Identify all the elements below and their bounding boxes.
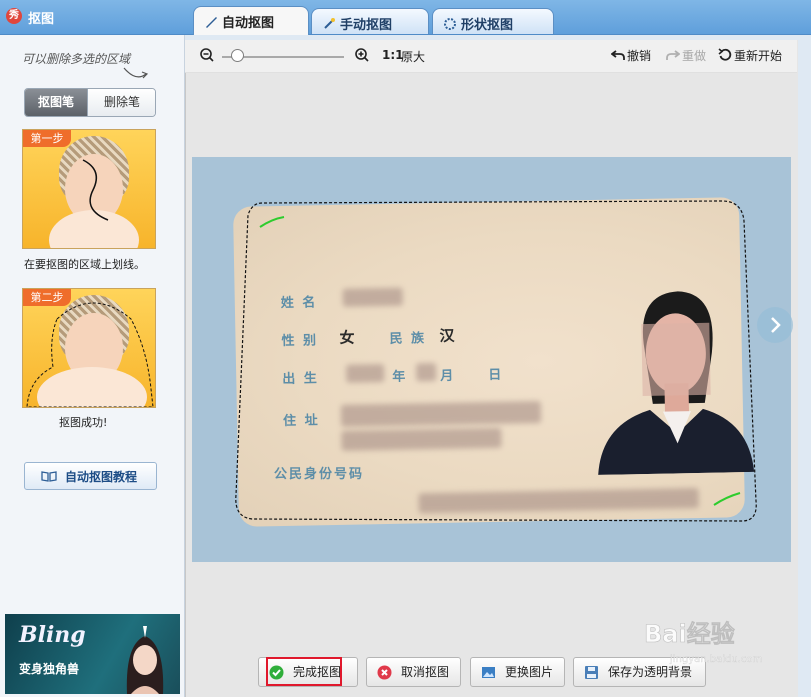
finish-cutout-label: 完成抠图 bbox=[293, 665, 342, 679]
replace-image-label: 更换图片 bbox=[505, 665, 554, 679]
tab-shape-cutout[interactable]: 形状抠图 bbox=[432, 8, 554, 34]
step2-selection-outline bbox=[26, 302, 154, 407]
redo-icon bbox=[666, 50, 681, 60]
pen-mode-toggle: 抠图笔 删除笔 bbox=[24, 88, 156, 117]
step1-caption: 在要抠图的区域上划线。 bbox=[24, 258, 145, 271]
next-image-button[interactable] bbox=[757, 307, 793, 343]
restart-button[interactable]: 重新开始 bbox=[718, 47, 782, 65]
finish-cutout-button[interactable]: 完成抠图 bbox=[258, 657, 358, 687]
magic-wand-icon bbox=[324, 18, 335, 29]
tab-label: 形状抠图 bbox=[461, 18, 514, 33]
restart-label: 重新开始 bbox=[734, 49, 783, 63]
undo-icon bbox=[610, 50, 625, 60]
ad-subtitle: 变身独角兽 bbox=[19, 662, 80, 676]
image-icon bbox=[482, 667, 495, 678]
cutout-pen-button[interactable]: 抠图笔 bbox=[25, 89, 87, 116]
erase-hint-text: 可以删除多选的区域 bbox=[22, 52, 131, 66]
cancel-cutout-label: 取消抠图 bbox=[401, 665, 450, 679]
ad-title: Bling bbox=[19, 622, 86, 648]
save-disk-icon bbox=[585, 666, 598, 679]
curved-arrow-icon bbox=[123, 67, 149, 79]
redo-label: 重做 bbox=[682, 49, 707, 63]
step2-badge: 第二步 bbox=[23, 289, 71, 306]
tab-auto-cutout[interactable]: 自动抠图 bbox=[193, 6, 309, 35]
original-size-button[interactable]: 原大 bbox=[401, 48, 425, 65]
zoom-in-icon[interactable] bbox=[354, 47, 370, 63]
chevron-right-icon bbox=[771, 317, 781, 333]
ad-portrait-image bbox=[126, 626, 164, 694]
watermark-text: Bai经验 bbox=[644, 620, 735, 648]
check-circle-icon bbox=[269, 665, 284, 680]
redo-button[interactable]: 重做 bbox=[666, 47, 706, 65]
step2-example-image: 第二步 bbox=[22, 288, 156, 408]
undo-label: 撤销 bbox=[627, 49, 652, 63]
tab-manual-cutout[interactable]: 手动抠图 bbox=[311, 8, 429, 34]
cancel-circle-icon bbox=[377, 665, 392, 680]
zoom-slider-thumb[interactable] bbox=[230, 49, 244, 62]
erase-pen-button[interactable]: 删除笔 bbox=[87, 89, 155, 116]
undo-button[interactable]: 撤销 bbox=[610, 47, 652, 65]
gear-shape-icon bbox=[444, 18, 456, 30]
tab-label: 手动抠图 bbox=[340, 18, 393, 33]
baidu-watermark: Bai经验 jingyan.baidu.com bbox=[644, 620, 763, 665]
brush-icon bbox=[206, 17, 217, 28]
app-logo-icon: 秀 bbox=[6, 8, 22, 24]
cutout-selection-outline bbox=[235, 200, 757, 522]
zoom-out-icon[interactable] bbox=[199, 47, 215, 63]
step2-caption: 抠图成功! bbox=[59, 416, 108, 429]
step1-badge: 第一步 bbox=[23, 130, 71, 147]
tab-label: 自动抠图 bbox=[222, 16, 275, 31]
replace-image-button[interactable]: 更换图片 bbox=[470, 657, 565, 687]
ad-banner[interactable]: Bling 变身独角兽 bbox=[5, 614, 180, 694]
window-title: 抠图 bbox=[28, 12, 55, 27]
cancel-cutout-button[interactable]: 取消抠图 bbox=[366, 657, 461, 687]
step1-stroke bbox=[82, 159, 109, 221]
tutorial-button-label: 自动抠图教程 bbox=[65, 470, 138, 484]
watermark-subtext: jingyan.baidu.com bbox=[669, 654, 762, 665]
step1-example-image: 第一步 bbox=[22, 129, 156, 249]
canvas-photo[interactable]: 姓 名 性 别 女 民 族 汉 出 生 年 月 日 住 址 公民身份号码 bbox=[192, 157, 791, 562]
restart-icon bbox=[718, 48, 732, 61]
auto-cutout-tutorial-button[interactable]: 自动抠图教程 bbox=[24, 462, 157, 490]
book-icon bbox=[41, 471, 57, 482]
